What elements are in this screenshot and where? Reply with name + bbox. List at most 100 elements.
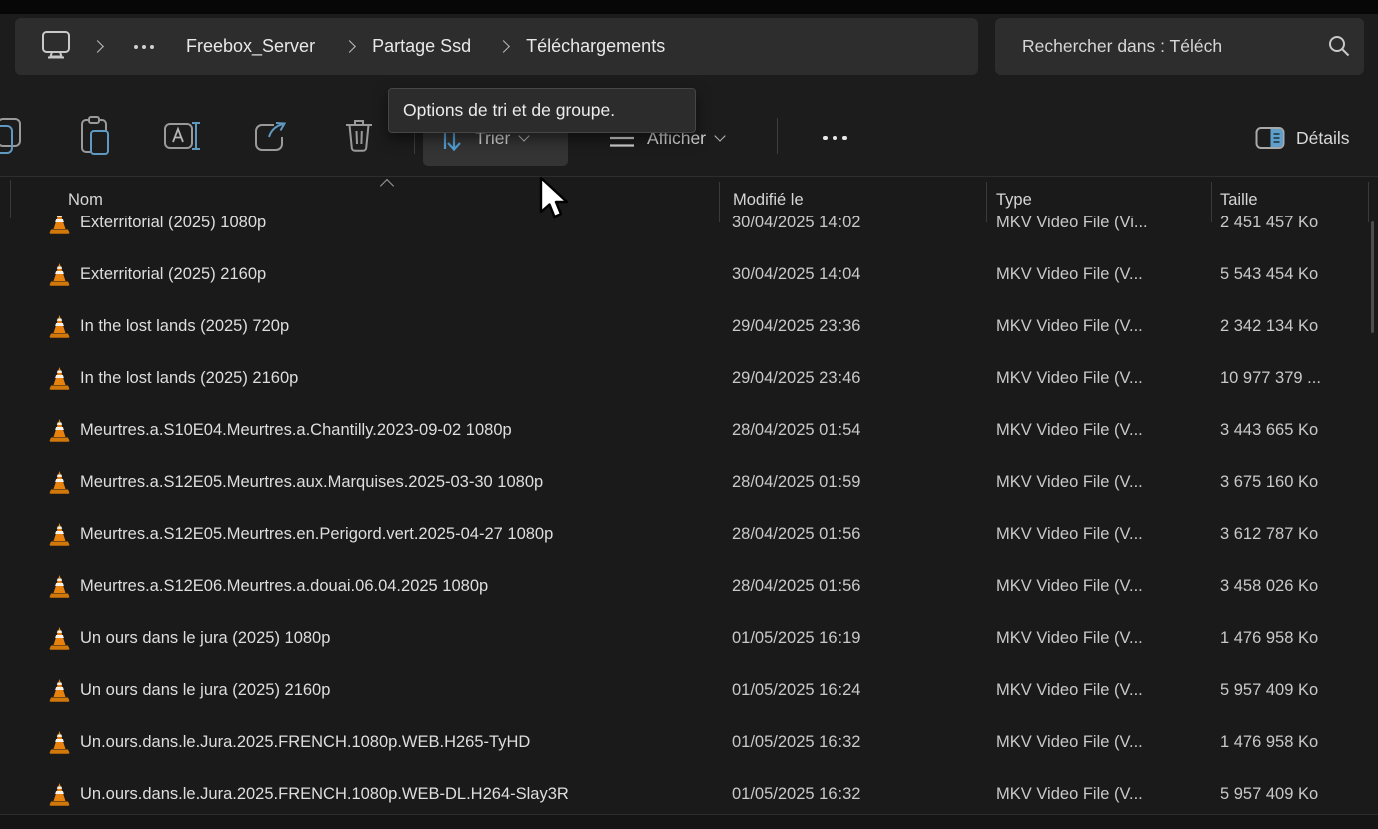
sort-button-tooltip: Options de tri et de groupe.	[388, 88, 696, 133]
file-row[interactable]: Exterritorial (2025) 1080p 30/04/2025 14…	[0, 216, 1378, 248]
vlc-cone-icon	[48, 730, 71, 759]
breadcrumb-item-share[interactable]: Partage Ssd	[372, 36, 471, 57]
file-name: Un ours dans le jura (2025) 2160p	[80, 664, 330, 716]
vlc-cone-icon	[48, 782, 71, 811]
file-list: Exterritorial (2025) 1080p 30/04/2025 14…	[0, 216, 1378, 814]
chevron-down-icon	[714, 130, 725, 141]
file-row[interactable]: Un.ours.dans.le.Jura.2025.FRENCH.1080p.W…	[0, 716, 1378, 768]
file-size: 3 443 665 Ko	[1220, 404, 1318, 456]
file-type: MKV Video File (V...	[996, 248, 1143, 300]
file-name: In the lost lands (2025) 720p	[80, 300, 289, 352]
breadcrumb-item-folder[interactable]: Téléchargements	[526, 36, 665, 57]
file-name: Meurtres.a.S12E05.Meurtres.en.Perigord.v…	[80, 508, 553, 560]
file-row[interactable]: Meurtres.a.S10E04.Meurtres.a.Chantilly.2…	[0, 404, 1378, 456]
share-icon[interactable]	[249, 114, 293, 158]
chevron-right-icon	[497, 40, 510, 53]
vlc-cone-icon	[48, 314, 71, 343]
more-options-icon	[823, 136, 847, 141]
toolbar-separator	[777, 118, 778, 154]
file-modified-date: 01/05/2025 16:19	[732, 612, 860, 664]
file-modified-date: 29/04/2025 23:46	[732, 352, 860, 404]
vlc-cone-icon	[48, 470, 71, 499]
more-options-button[interactable]	[796, 110, 874, 166]
file-row[interactable]: Meurtres.a.S12E05.Meurtres.en.Perigord.v…	[0, 508, 1378, 560]
breadcrumb-item-server[interactable]: Freebox_Server	[186, 36, 315, 57]
sort-ascending-icon	[380, 179, 394, 193]
search-box[interactable]: Rechercher dans : Téléch	[995, 18, 1364, 75]
file-modified-date: 01/05/2025 16:32	[732, 768, 860, 814]
file-name: Un ours dans le jura (2025) 1080p	[80, 612, 330, 664]
copy-icon[interactable]	[0, 114, 28, 158]
file-row[interactable]: Un ours dans le jura (2025) 2160p 01/05/…	[0, 664, 1378, 716]
vlc-cone-icon	[48, 418, 71, 447]
this-pc-icon[interactable]	[39, 27, 73, 66]
file-name: Meurtres.a.S12E05.Meurtres.aux.Marquises…	[80, 456, 543, 508]
tooltip-text: Options de tri et de groupe.	[403, 100, 615, 121]
file-modified-date: 28/04/2025 01:59	[732, 456, 860, 508]
file-name: Meurtres.a.S10E04.Meurtres.a.Chantilly.2…	[80, 404, 512, 456]
details-button-label: Détails	[1296, 128, 1350, 149]
file-explorer-window: Freebox_Server Partage Ssd Téléchargemen…	[0, 0, 1378, 829]
breadcrumb-overflow-icon[interactable]	[134, 45, 154, 49]
file-name: Meurtres.a.S12E06.Meurtres.a.douai.06.04…	[80, 560, 488, 612]
paste-icon[interactable]	[73, 114, 117, 158]
pane-edge-line	[10, 180, 11, 218]
file-name: Exterritorial (2025) 2160p	[80, 248, 266, 300]
file-type: MKV Video File (V...	[996, 300, 1143, 352]
file-type: MKV Video File (Vi...	[996, 216, 1148, 248]
file-row[interactable]: Meurtres.a.S12E05.Meurtres.aux.Marquises…	[0, 456, 1378, 508]
file-type: MKV Video File (V...	[996, 768, 1143, 814]
file-row[interactable]: Exterritorial (2025) 2160p 30/04/2025 14…	[0, 248, 1378, 300]
file-row[interactable]: Un.ours.dans.le.Jura.2025.FRENCH.1080p.W…	[0, 768, 1378, 814]
file-type: MKV Video File (V...	[996, 664, 1143, 716]
details-pane-icon	[1254, 125, 1286, 151]
file-modified-date: 01/05/2025 16:24	[732, 664, 860, 716]
file-size: 3 675 160 Ko	[1220, 456, 1318, 508]
file-name: In the lost lands (2025) 2160p	[80, 352, 298, 404]
file-type: MKV Video File (V...	[996, 560, 1143, 612]
file-size: 5 543 454 Ko	[1220, 248, 1318, 300]
file-row[interactable]: Un ours dans le jura (2025) 1080p 01/05/…	[0, 612, 1378, 664]
delete-icon[interactable]	[337, 114, 381, 158]
file-modified-date: 30/04/2025 14:04	[732, 248, 860, 300]
details-pane-button[interactable]: Détails	[1240, 110, 1364, 166]
file-row[interactable]: In the lost lands (2025) 720p 29/04/2025…	[0, 300, 1378, 352]
file-size: 1 476 958 Ko	[1220, 716, 1318, 768]
file-type: MKV Video File (V...	[996, 716, 1143, 768]
vlc-cone-icon	[48, 574, 71, 603]
file-list-area: Nom Modifié le Type Taille Exterritorial…	[0, 176, 1378, 829]
file-name: Un.ours.dans.le.Jura.2025.FRENCH.1080p.W…	[80, 716, 530, 768]
file-name: Un.ours.dans.le.Jura.2025.FRENCH.1080p.W…	[80, 768, 569, 814]
file-size: 5 957 409 Ko	[1220, 768, 1318, 814]
address-bar[interactable]: Freebox_Server Partage Ssd Téléchargemen…	[15, 18, 978, 75]
file-size: 3 458 026 Ko	[1220, 560, 1318, 612]
chevron-right-icon[interactable]	[91, 40, 104, 53]
file-size: 2 451 457 Ko	[1220, 216, 1318, 248]
file-size: 2 342 134 Ko	[1220, 300, 1318, 352]
mouse-cursor	[538, 176, 572, 229]
vlc-cone-icon	[48, 216, 71, 239]
file-type: MKV Video File (V...	[996, 404, 1143, 456]
file-modified-date: 01/05/2025 16:32	[732, 716, 860, 768]
search-icon[interactable]	[1326, 33, 1352, 64]
search-input[interactable]: Rechercher dans : Téléch	[1022, 36, 1317, 57]
file-size: 3 612 787 Ko	[1220, 508, 1318, 560]
file-type: MKV Video File (V...	[996, 612, 1143, 664]
file-size: 1 476 958 Ko	[1220, 612, 1318, 664]
file-size: 10 977 379 ...	[1220, 352, 1321, 404]
file-row[interactable]: In the lost lands (2025) 2160p 29/04/202…	[0, 352, 1378, 404]
file-modified-date: 29/04/2025 23:36	[732, 300, 860, 352]
vlc-cone-icon	[48, 366, 71, 395]
file-type: MKV Video File (V...	[996, 508, 1143, 560]
vertical-scrollbar-thumb[interactable]	[1371, 221, 1374, 333]
vlc-cone-icon	[48, 262, 71, 291]
file-modified-date: 30/04/2025 14:02	[732, 216, 860, 248]
file-modified-date: 28/04/2025 01:54	[732, 404, 860, 456]
file-modified-date: 28/04/2025 01:56	[732, 560, 860, 612]
file-size: 5 957 409 Ko	[1220, 664, 1318, 716]
chevron-right-icon	[343, 40, 356, 53]
file-row[interactable]: Meurtres.a.S12E06.Meurtres.a.douai.06.04…	[0, 560, 1378, 612]
vlc-cone-icon	[48, 626, 71, 655]
file-type: MKV Video File (V...	[996, 456, 1143, 508]
rename-icon[interactable]	[161, 114, 205, 158]
